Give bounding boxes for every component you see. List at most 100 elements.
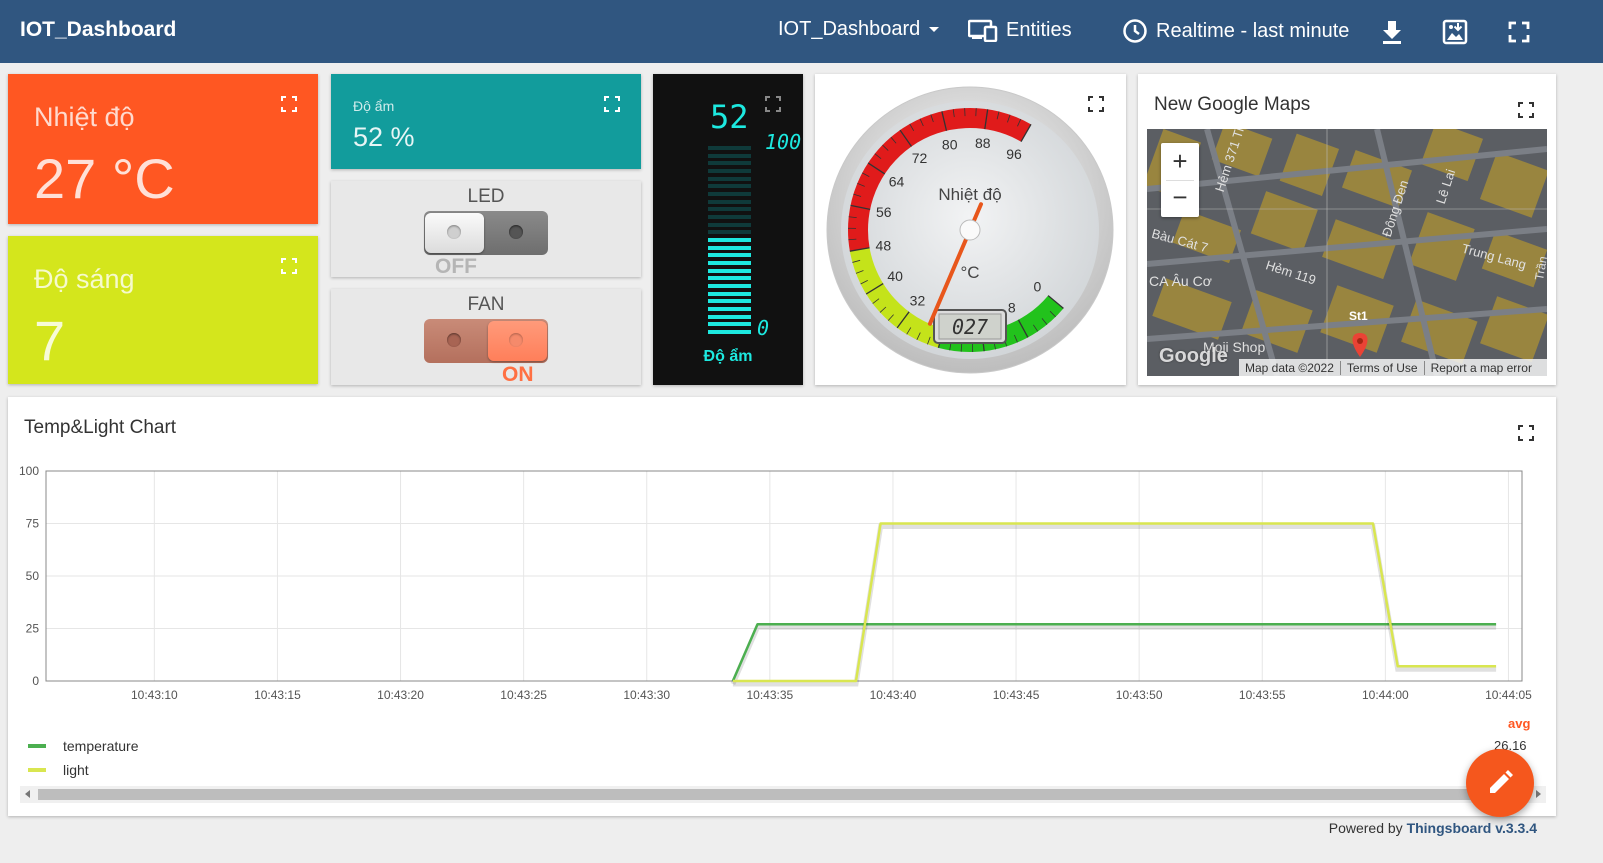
lcd-bar-segment	[708, 322, 751, 327]
expand-icon[interactable]	[1088, 96, 1104, 112]
lcd-bar-segment	[708, 245, 751, 250]
fullscreen-icon[interactable]	[1505, 18, 1533, 46]
dashboard-select[interactable]: IOT_Dashboard	[778, 18, 940, 41]
fan-switch-card: FAN ON	[331, 289, 641, 385]
gauge-tick-label: 88	[975, 135, 991, 151]
lcd-bar-segment	[708, 230, 751, 235]
legend-item[interactable]: temperature	[28, 738, 138, 754]
expand-icon[interactable]	[765, 96, 781, 112]
map-place-label: CA Âu Cơ	[1149, 273, 1212, 289]
x-tick-label: 10:43:20	[377, 688, 424, 702]
lcd-bar-segment	[708, 222, 751, 227]
map-view[interactable]: Hẻm 371 Trư Đông Đen Lê Lai Bàu Cát 7 Hẻ…	[1147, 129, 1547, 376]
x-tick-label: 10:43:40	[870, 688, 917, 702]
devices-icon	[968, 19, 998, 42]
x-tick-label: 10:43:10	[131, 688, 178, 702]
lcd-bar-segment	[708, 238, 751, 242]
temperature-dial-gauge: 081624324048566472808896 Nhiệt độ °C 027	[826, 86, 1114, 374]
lcd-bar-segment	[708, 307, 751, 311]
lcd-bar-segment	[708, 192, 751, 196]
lcd-bar-segment	[708, 184, 751, 189]
light-label: Độ sáng	[34, 264, 135, 294]
lcd-bar-segment	[708, 330, 751, 334]
expand-icon[interactable]	[281, 258, 297, 274]
map-title: New Google Maps	[1154, 94, 1311, 115]
legend-label: temperature	[63, 738, 139, 754]
edit-dashboard-button[interactable]	[1466, 749, 1534, 817]
humidity-card: Độ ẩm 52 %	[331, 74, 641, 169]
legend-item[interactable]: light	[28, 762, 89, 778]
terms-link[interactable]: Terms of Use	[1341, 360, 1425, 375]
scrollbar-thumb[interactable]	[38, 789, 1528, 800]
light-card: Độ sáng 7	[8, 236, 318, 384]
location-marker-icon[interactable]	[1352, 333, 1368, 357]
chart-title: Temp&Light Chart	[24, 417, 177, 438]
expand-icon[interactable]	[1518, 102, 1534, 118]
lcd-bar-segment	[708, 153, 751, 158]
lcd-bar-segment	[708, 291, 751, 296]
zoom-in-button[interactable]: +	[1161, 143, 1199, 180]
humidity-label: Độ ẩm	[353, 98, 395, 114]
clock-icon	[1123, 19, 1147, 43]
lcd-bar-segment	[708, 199, 751, 204]
legend-label: light	[63, 762, 89, 778]
expand-icon[interactable]	[1518, 425, 1534, 441]
image-export-icon[interactable]	[1441, 18, 1469, 46]
x-tick-label: 10:44:00	[1362, 688, 1409, 702]
lcd-bar-segment	[708, 268, 751, 273]
dashboard-select-label: IOT_Dashboard	[778, 18, 921, 40]
scroll-left-icon[interactable]	[25, 790, 30, 798]
fan-state: ON	[502, 363, 534, 385]
lcd-bar-segment	[708, 284, 751, 288]
gauge-tick-label: 56	[876, 204, 892, 220]
x-tick-label: 10:43:45	[993, 688, 1040, 702]
horizontal-scrollbar[interactable]	[20, 786, 1546, 803]
lcd-bar-segment	[708, 176, 751, 181]
timewindow-button[interactable]: Realtime - last minute	[1122, 18, 1349, 44]
dashboard-title: IOT_Dashboard	[20, 18, 177, 41]
legend-swatch	[28, 744, 46, 748]
x-tick-label: 10:44:05	[1485, 688, 1532, 702]
zoom-out-button[interactable]: −	[1161, 180, 1199, 217]
led-toggle[interactable]	[424, 211, 548, 255]
map-attribution-bar: Map data ©2022 Terms of Use Report a map…	[1239, 359, 1547, 376]
gauge-units: °C	[960, 263, 979, 282]
y-tick-label: 25	[26, 622, 40, 636]
temperature-label: Nhiệt độ	[34, 102, 135, 132]
fan-toggle[interactable]	[424, 319, 548, 363]
report-error-link[interactable]: Report a map error	[1425, 361, 1538, 375]
scroll-right-icon[interactable]	[1536, 790, 1541, 798]
lcd-bar-segment	[708, 253, 751, 258]
expand-icon[interactable]	[281, 96, 297, 112]
y-tick-label: 100	[19, 464, 39, 478]
y-tick-label: 0	[32, 674, 39, 688]
toggle-dot-icon	[509, 333, 523, 347]
gauge-tick-label: 0	[1034, 279, 1042, 295]
x-tick-label: 10:43:35	[746, 688, 793, 702]
x-tick-label: 10:43:15	[254, 688, 301, 702]
gauge-tick-label: 40	[887, 268, 903, 284]
temperature-gauge-card: 081624324048566472808896 Nhiệt độ °C 027	[815, 74, 1126, 385]
gauge-tick-label: 32	[910, 293, 926, 309]
legend-swatch	[28, 768, 46, 772]
gauge-tick-label: 48	[876, 237, 892, 253]
x-tick-label: 10:43:50	[1116, 688, 1163, 702]
entities-label: Entities	[1006, 18, 1072, 41]
entities-button[interactable]: Entities	[968, 18, 1072, 42]
lcd-max-label: 100	[765, 130, 802, 154]
toggle-dot-icon	[447, 225, 461, 239]
lcd-bar-segment	[708, 169, 751, 173]
expand-icon[interactable]	[604, 96, 620, 112]
gauge-tick-label: 64	[889, 174, 905, 190]
download-icon[interactable]	[1378, 18, 1406, 46]
gauge-tick-label: 96	[1006, 146, 1022, 162]
lcd-bar-segment	[708, 276, 751, 281]
gauge-tick-label: 80	[942, 136, 958, 152]
led-label: LED	[467, 186, 505, 207]
map-card: New Google Maps Hẻm 371 Trư Đông Đen Lê …	[1138, 74, 1556, 385]
gauge-tick-label: 72	[912, 150, 928, 166]
light-value: 7	[34, 309, 66, 372]
thingsboard-link[interactable]: Thingsboard v.3.3.4	[1407, 820, 1537, 836]
temperature-card: Nhiệt độ 27 °C	[8, 74, 318, 224]
avg-header: avg	[1508, 716, 1531, 731]
